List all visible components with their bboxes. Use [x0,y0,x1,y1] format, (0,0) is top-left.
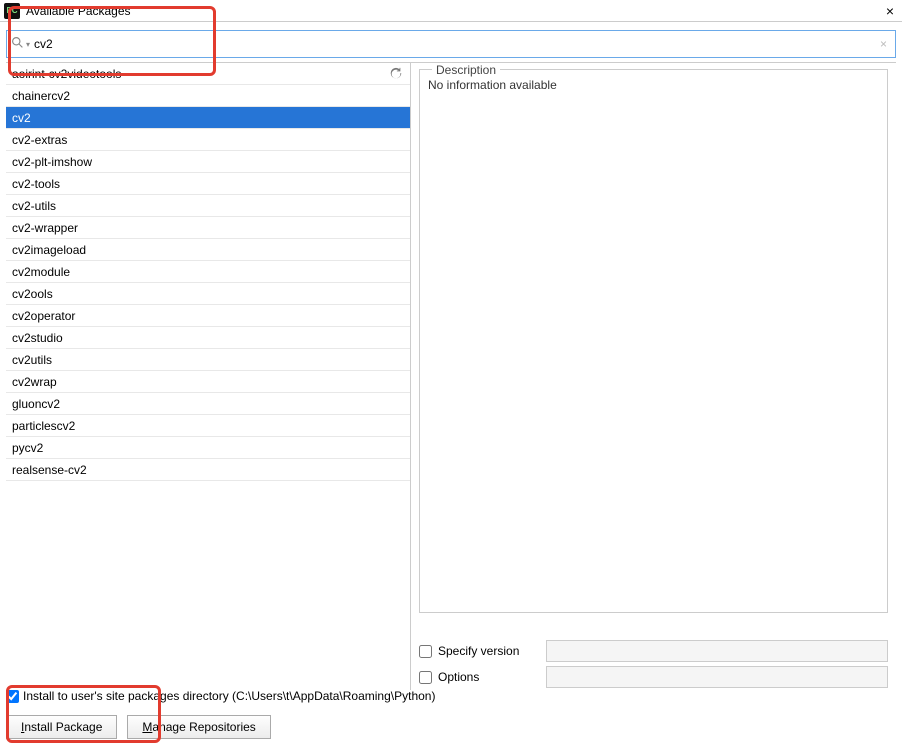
package-list-item[interactable]: aoirint-cv2videotools [6,63,410,85]
refresh-icon[interactable] [388,66,404,82]
specify-version-checkbox[interactable] [419,645,432,658]
package-list-item[interactable]: cv2-extras [6,129,410,151]
search-input[interactable] [34,31,876,57]
install-user-site-label: Install to user's site packages director… [23,689,435,703]
app-icon: PC [4,3,20,19]
package-list-panel: aoirint-cv2videotoolschainercv2cv2cv2-ex… [6,62,411,690]
package-list-item[interactable]: cv2imageload [6,239,410,261]
specify-version-label: Specify version [438,644,540,658]
specify-version-row: Specify version [419,638,888,664]
package-list-item[interactable]: cv2studio [6,327,410,349]
description-text: No information available [428,78,879,92]
package-list-item[interactable]: cv2utils [6,349,410,371]
package-list-item[interactable]: cv2operator [6,305,410,327]
clear-search-icon[interactable]: × [876,37,891,51]
description-label: Description [432,63,500,77]
description-frame: Description No information available [419,69,888,613]
description-box: Description No information available [411,63,896,634]
specify-version-field[interactable] [546,640,888,662]
package-list-item[interactable]: cv2module [6,261,410,283]
package-list-item[interactable]: cv2-wrapper [6,217,410,239]
package-list-item[interactable]: cv2-utils [6,195,410,217]
details-panel: Description No information available Spe… [411,62,896,690]
close-icon[interactable]: × [882,3,898,19]
button-row: Install Package Manage Repositories [6,715,896,739]
package-list-item[interactable]: cv2-plt-imshow [6,151,410,173]
install-package-button[interactable]: Install Package [6,715,117,739]
package-list-item[interactable]: pycv2 [6,437,410,459]
window-title: Available Packages [26,4,882,18]
options-area: Specify version Options [411,634,896,690]
options-label: Options [438,670,540,684]
search-icon [11,36,24,52]
bottom-bar: Install to user's site packages director… [6,685,896,739]
search-bar[interactable]: ▾ × [6,30,896,58]
package-list-item[interactable]: chainercv2 [6,85,410,107]
package-list-item[interactable]: realsense-cv2 [6,459,410,481]
install-user-site-row: Install to user's site packages director… [6,685,896,707]
options-checkbox[interactable] [419,671,432,684]
package-list-item[interactable]: particlescv2 [6,415,410,437]
titlebar: PC Available Packages × [0,0,902,22]
package-list-item[interactable]: cv2-tools [6,173,410,195]
package-list-item[interactable]: cv2wrap [6,371,410,393]
search-dropdown-icon[interactable]: ▾ [26,40,30,49]
package-list-item[interactable]: cv2ools [6,283,410,305]
install-user-site-checkbox[interactable] [6,690,19,703]
content-area: aoirint-cv2videotoolschainercv2cv2cv2-ex… [6,62,896,690]
package-list-item[interactable]: cv2 [6,107,410,129]
package-list-item[interactable]: gluoncv2 [6,393,410,415]
package-list-wrap: aoirint-cv2videotoolschainercv2cv2cv2-ex… [6,62,410,690]
package-list[interactable]: aoirint-cv2videotoolschainercv2cv2cv2-ex… [6,63,410,481]
manage-repositories-button[interactable]: Manage Repositories [127,715,270,739]
